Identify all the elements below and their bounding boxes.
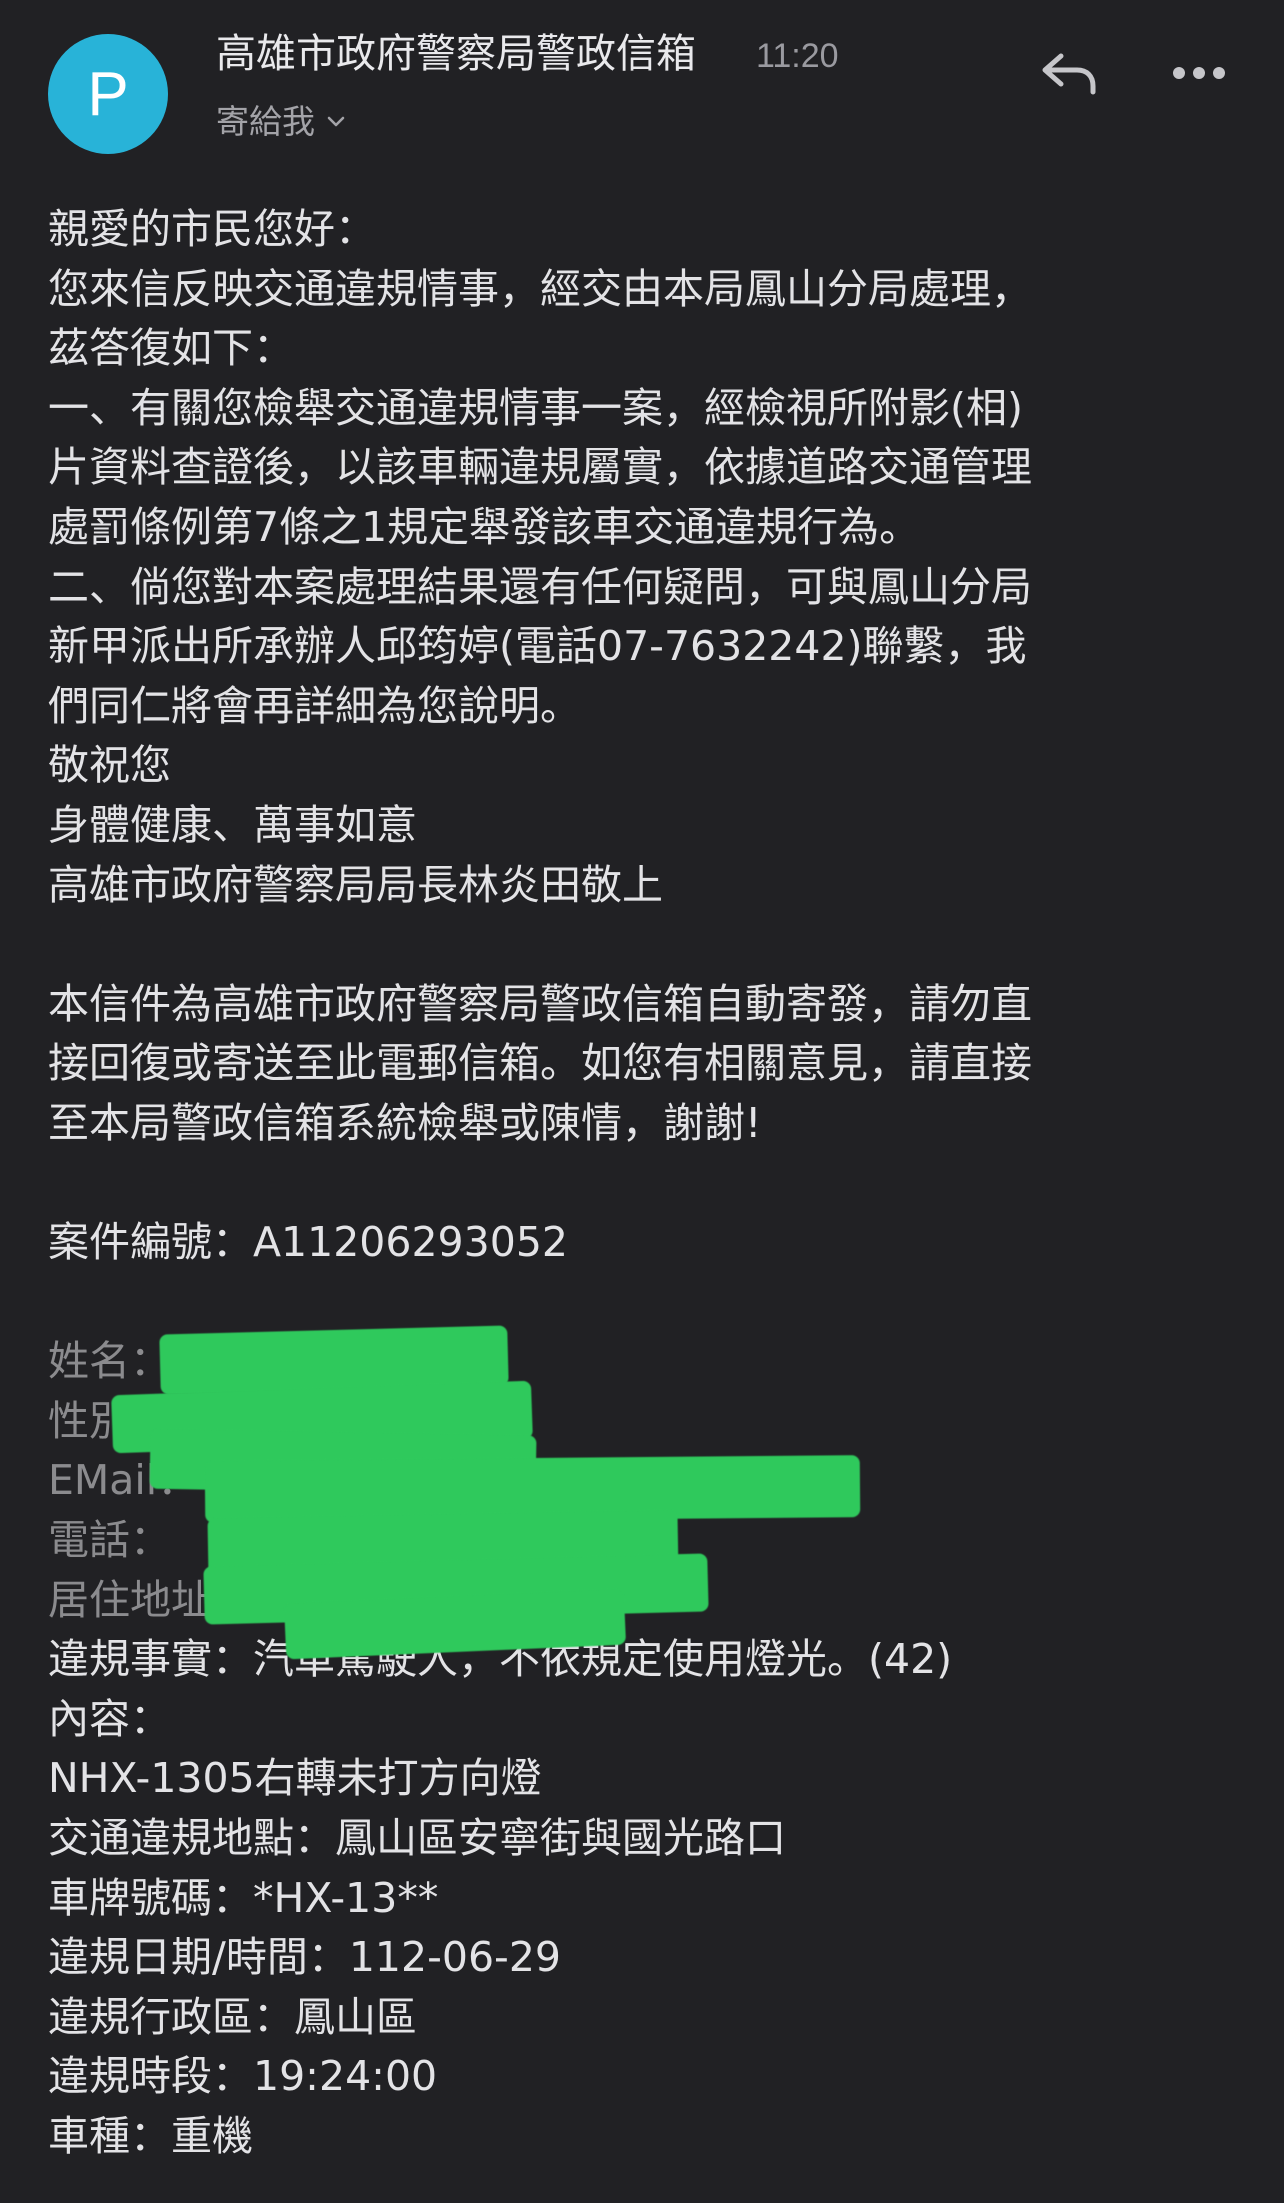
detail-line: 違規時段：19:24:00: [48, 2052, 438, 2101]
email-view: P 高雄市政府警察局警政信箱 11:20 寄給我 親愛的市民您好： 您來信反映交…: [0, 0, 1284, 2203]
detail-line: NHX-1305右轉未打方向燈: [48, 1754, 542, 1803]
greeting: 親愛的市民您好：: [48, 205, 376, 253]
recipient-toggle[interactable]: 寄給我: [216, 98, 347, 146]
body-line: 您來信反映交通違規情事，經交由本局鳳山分局處理，: [48, 264, 1032, 313]
more-horizontal-icon: [1173, 67, 1225, 79]
detail-line: 違規行政區：鳳山區: [48, 1992, 417, 2041]
notice-line: 接回復或寄送至此電郵信箱。如您有相關意見，請直接: [48, 1039, 1032, 1088]
reply-button[interactable]: [1036, 40, 1102, 106]
detail-line: 車牌號碼：*HX-13**: [48, 1873, 439, 1922]
case-number: 案件編號：A11206293052: [48, 1218, 568, 1267]
recipient-label: 寄給我: [216, 102, 315, 141]
chevron-down-icon: [325, 111, 347, 133]
body-line: 茲答復如下：: [48, 324, 294, 373]
body-line: 處罰條例第7條之1規定舉發該車交通違規行為。: [48, 502, 921, 551]
reply-icon: [1042, 53, 1096, 95]
avatar[interactable]: P: [48, 34, 168, 154]
detail-line: 車種：重機: [48, 2112, 253, 2160]
timestamp: 11:20: [756, 37, 839, 75]
detail-line: 違規日期/時間：112-06-29: [48, 1933, 561, 1982]
body-line: 新甲派出所承辦人邱筠婷(電話07-7632242)聯繫，我: [48, 622, 1027, 671]
body-line: 一、有關您檢舉交通違規情事一案，經檢視所附影(相): [48, 383, 1023, 432]
more-options-button[interactable]: [1166, 40, 1232, 106]
body-line: 片資料查證後，以該車輛違規屬實，依據道路交通管理: [48, 443, 1032, 492]
detail-line: 違規事實：汽車駕駛人，不依規定使用燈光。(42): [48, 1635, 953, 1684]
body-line: 敬祝您: [48, 741, 171, 790]
body-line: 身體健康、萬事如意: [48, 800, 417, 849]
notice-line: 本信件為高雄市政府警察局警政信箱自動寄發，請勿直: [48, 979, 1032, 1028]
body-line: 們同仁將會再詳細為您說明。: [48, 681, 581, 730]
signature: 高雄市政府警察局局長林炎田敬上: [48, 860, 663, 909]
detail-line: 交通違規地點：鳳山區安寧街與國光路口: [48, 1814, 786, 1863]
sender-name: 高雄市政府警察局警政信箱: [216, 31, 696, 77]
email-body: 親愛的市民您好： 您來信反映交通違規情事，經交由本局鳳山分局處理， 茲答復如下：…: [48, 200, 1248, 2167]
email-header: P 高雄市政府警察局警政信箱 11:20 寄給我: [0, 0, 1284, 180]
detail-line: 內容：: [48, 1694, 171, 1743]
notice-line: 至本局警政信箱系統檢舉或陳情，謝謝!: [48, 1098, 762, 1147]
body-line: 二、倘您對本案處理結果還有任何疑問，可與鳳山分局: [48, 562, 1032, 611]
